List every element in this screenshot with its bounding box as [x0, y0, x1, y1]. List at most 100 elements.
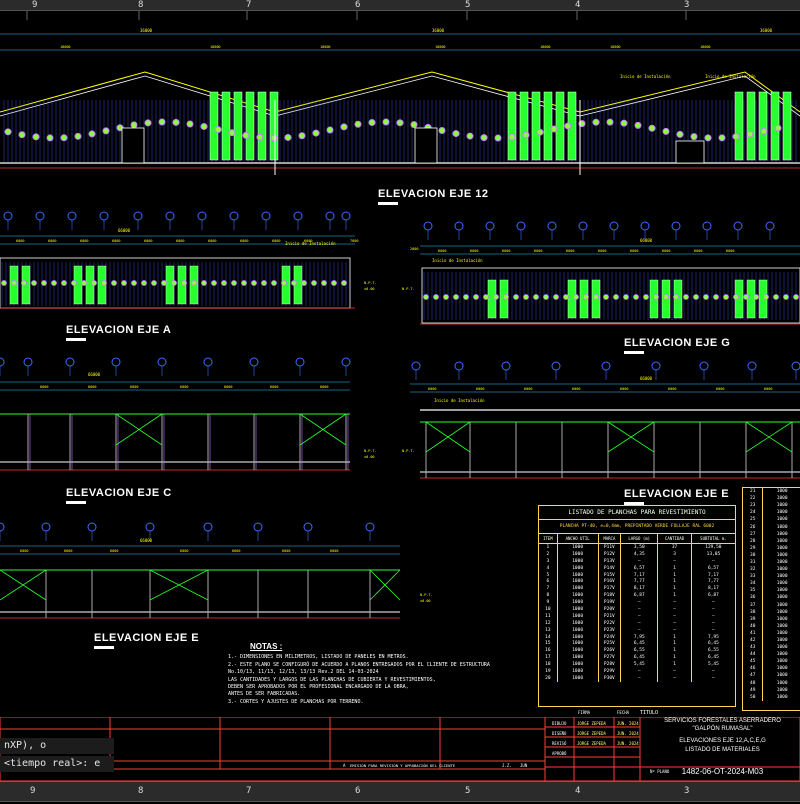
material-cell: 3,50: [620, 543, 658, 551]
dimension-text: 6000: [438, 249, 446, 253]
grid-bubble: [23, 357, 33, 367]
purlin-bead: [200, 122, 208, 130]
note-line: 3.- CORTES Y AJUSTES DE PLANCHAS POR TER…: [228, 698, 364, 705]
dimension-text: 6000: [630, 249, 638, 253]
grid-bubble: [197, 211, 207, 221]
ruler-label: 9: [30, 786, 36, 796]
side-cell: 27: [749, 531, 756, 537]
material-cell: 1000: [556, 661, 599, 669]
purlin-bead: [410, 121, 418, 129]
grid-bubble: [295, 357, 305, 367]
material-cell: 5: [546, 572, 550, 578]
purlin-bead: [723, 294, 729, 300]
material-cell: 1000: [556, 571, 599, 579]
material-cell: 12: [545, 620, 551, 626]
project-name-2: "GALPÓN RUMASAL": [692, 726, 753, 732]
grid-bubble: [229, 211, 239, 221]
dimension-text: 6000: [208, 239, 216, 243]
purlin-bead: [312, 129, 320, 137]
purlin-bead: [633, 294, 639, 300]
purlin-bead: [396, 119, 404, 127]
side-cell: 1000: [762, 558, 800, 567]
material-cell: 1: [657, 564, 692, 572]
material-cell: 6: [546, 579, 550, 585]
purlin-bead: [564, 122, 572, 130]
side-cell: 1000: [762, 544, 800, 552]
material-cell: 1000: [556, 612, 599, 620]
dimension-text: 6000: [64, 549, 72, 553]
side-cell: 1000: [762, 644, 800, 652]
green-panel: [257, 91, 267, 161]
material-cell: P27V: [597, 654, 621, 662]
grid-bubble: [454, 361, 464, 371]
purlin-bead: [690, 133, 698, 141]
material-cell: 1000: [556, 640, 599, 648]
side-cell: 38: [749, 609, 756, 615]
material-cell: 20: [545, 675, 551, 681]
side-row: 41 1000: [743, 629, 800, 637]
material-cell: —: [690, 612, 735, 620]
purlin-bead: [494, 134, 502, 142]
side-row: 22 1000: [743, 495, 800, 503]
wall-outline: [421, 267, 800, 324]
purlin-bead: [151, 280, 157, 286]
dimension-text: 18000: [210, 45, 221, 49]
material-cell: 1: [657, 647, 692, 655]
dimension-text: 66000: [118, 228, 131, 233]
side-row: 37 1000: [743, 601, 800, 609]
material-cell: —: [620, 619, 658, 627]
elevation-title-ejeA: ELEVACION EJE A: [66, 324, 172, 341]
purlin-bead: [111, 280, 117, 286]
command-input-line[interactable]: <tiempo real>: e: [0, 756, 114, 772]
side-cell: 44: [749, 652, 756, 658]
purlin-bead: [81, 280, 87, 286]
material-row: 18 1000 P28V 5,45 1 5,45: [539, 661, 735, 669]
purlin-bead: [508, 133, 516, 141]
dimension-text: 6000: [572, 387, 580, 391]
elevation-title-eje12: ELEVACION EJE 12: [378, 188, 489, 205]
dimension-text: 6000: [144, 239, 152, 243]
purlin-bead: [214, 126, 222, 134]
revision-by: J.Z.: [502, 763, 512, 768]
note-line: ANTES DE SER FABRICADAS.: [228, 691, 301, 698]
material-cell: 6,55: [690, 647, 735, 655]
material-cell: 6,87: [620, 592, 658, 600]
side-cell: 1000: [762, 686, 800, 694]
side-row: 49 1000: [743, 686, 800, 694]
material-cell: 1000: [556, 543, 599, 551]
side-row: 31 1000: [743, 558, 800, 567]
purlin-bead: [144, 119, 152, 127]
material-cell: 13: [545, 627, 551, 633]
side-row: 30 1000: [743, 551, 800, 559]
grid-bubble: [609, 221, 619, 231]
purlin-bead: [51, 280, 57, 286]
side-cell: 1000: [762, 523, 800, 531]
material-cell: 11: [545, 613, 551, 619]
green-panel: [782, 91, 792, 161]
side-cell: 24: [749, 510, 756, 516]
dimension-text: 6000: [330, 549, 338, 553]
dimension-text: 7000: [350, 239, 358, 243]
ruler-label: 7: [246, 0, 252, 10]
material-cell: P24V: [597, 633, 621, 641]
purlin-bead: [368, 119, 376, 127]
material-cell: 1000: [556, 619, 599, 627]
material-cell: 18: [545, 662, 551, 668]
material-cell: P15V: [597, 571, 621, 579]
ruler-label: 4: [575, 786, 581, 796]
material-col-header: SUBTOTAL m.: [690, 534, 735, 544]
material-cell: 7,95: [620, 633, 658, 641]
purlin-bead: [88, 130, 96, 138]
side-row: 34 1000: [743, 580, 800, 588]
purlin-bead: [186, 120, 194, 128]
material-cell: P30V: [597, 674, 621, 682]
purlin-bead: [211, 280, 217, 286]
side-row: 26 1000: [743, 523, 800, 531]
material-cell: 7,77: [620, 578, 658, 586]
grid-bubble: [578, 221, 588, 231]
material-cell: P28V: [597, 661, 621, 669]
side-cell: 1000: [762, 636, 800, 645]
grid-bubble: [65, 357, 75, 367]
purlin-bead: [620, 119, 628, 127]
dimension-text: 18000: [700, 45, 711, 49]
